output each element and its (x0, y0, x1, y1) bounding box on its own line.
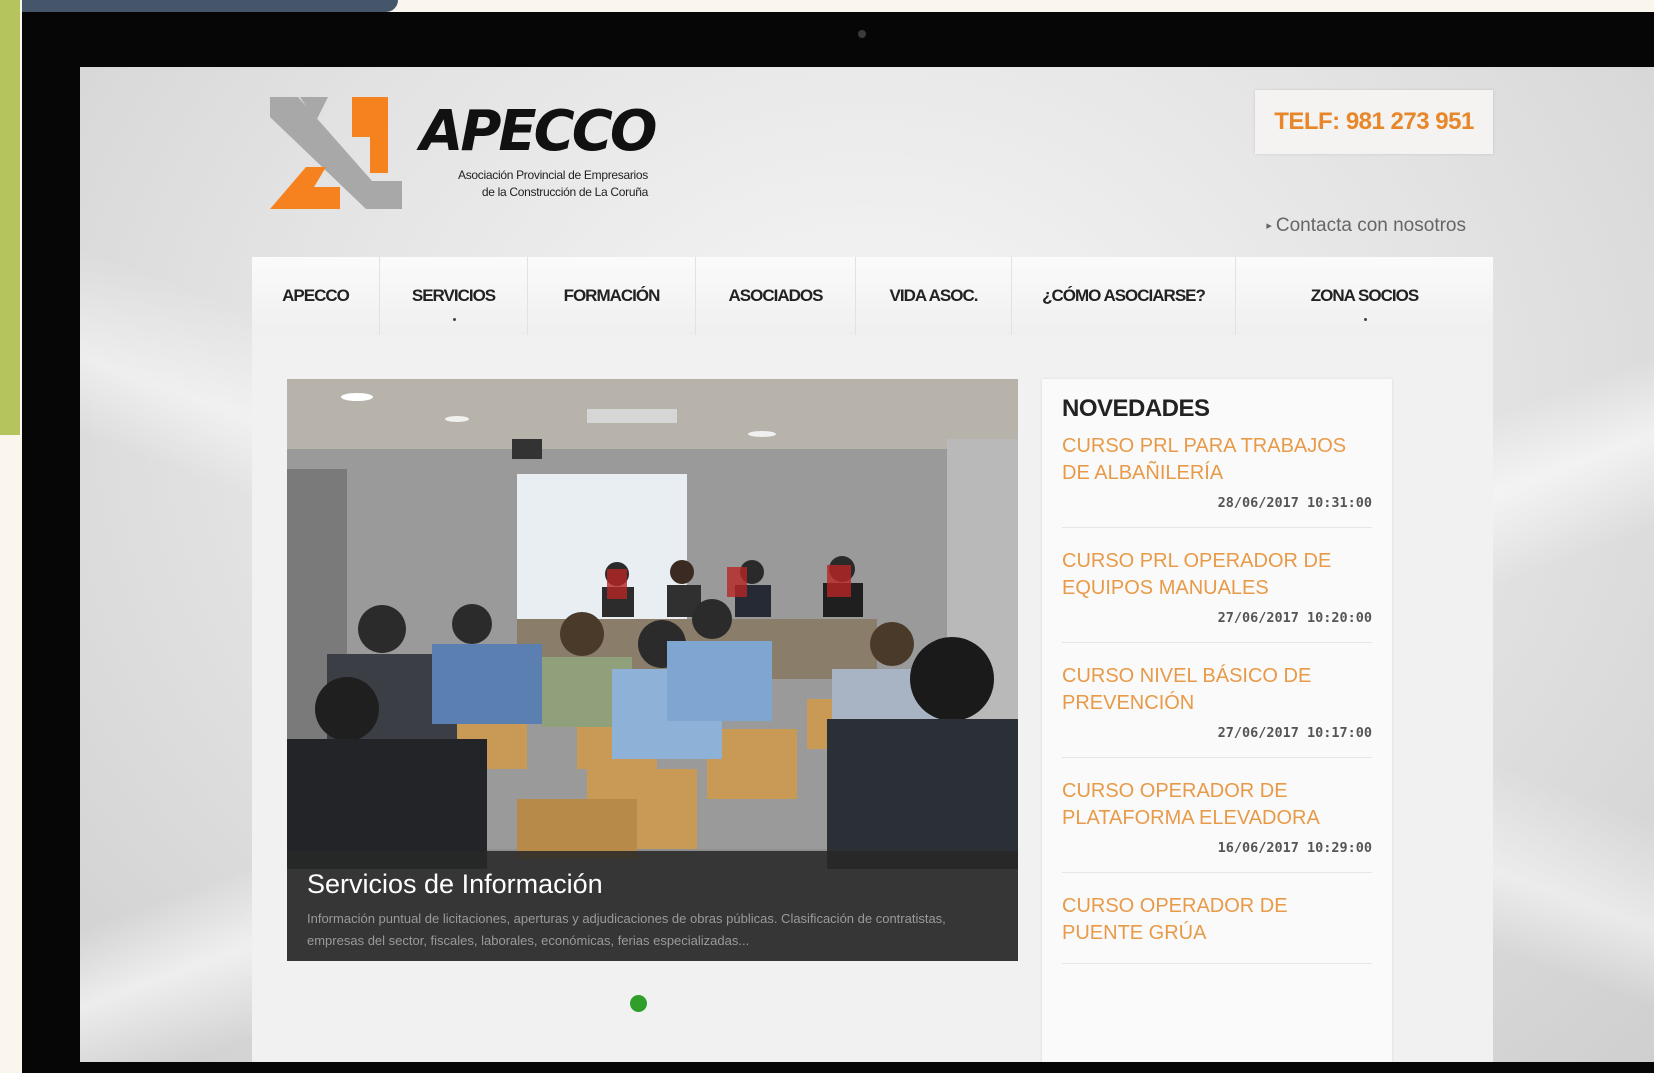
bullet-icon: ▸ (1266, 220, 1272, 233)
slider-caption-title[interactable]: Servicios de Información (307, 869, 998, 900)
nav-item-formacion[interactable]: FORMACIÓN (528, 257, 696, 335)
slider-caption: Servicios de Información Información pun… (287, 851, 1018, 961)
main-nav: APECCO SERVICIOS FORMACIÓN ASOCIADOS VID… (252, 257, 1493, 335)
contact-link[interactable]: ▸ Contacta con nosotros (1266, 215, 1466, 237)
news-item-link[interactable]: CURSO OPERADOR DE PUENTE GRÚA (1062, 893, 1372, 947)
news-item-link[interactable]: CURSO PRL OPERADOR DE EQUIPOS MANUALES (1062, 548, 1372, 602)
monitor-frame: APECCO Asociación Provincial de Empresar… (22, 12, 1654, 1073)
hero-slider[interactable]: Servicios de Información Información pun… (287, 379, 1018, 961)
news-item-date: 28/06/2017 10:31:00 (1217, 495, 1372, 511)
news-title: NOVEDADES (1062, 395, 1210, 422)
website-screen: APECCO Asociación Provincial de Empresar… (80, 67, 1654, 1062)
top-tab-decoration (22, 0, 398, 12)
nav-item-label: VIDA ASOC. (889, 286, 979, 305)
apecco-logo-icon[interactable] (270, 97, 402, 209)
nav-item-label: ZONA SOCIOS (1310, 286, 1419, 305)
news-item: CURSO PRL PARA TRABAJOS DE ALBAÑILERÍA 2… (1062, 433, 1372, 528)
nav-item-zona-socios[interactable]: ZONA SOCIOS (1236, 257, 1493, 335)
nav-item-apecco[interactable]: APECCO (252, 257, 380, 335)
news-item: CURSO OPERADOR DE PLATAFORMA ELEVADORA 1… (1062, 778, 1372, 873)
slider-caption-text: Información puntual de licitaciones, ape… (307, 911, 946, 948)
news-item-link[interactable]: CURSO NIVEL BÁSICO DE PREVENCIÓN (1062, 663, 1372, 717)
news-item-date: 16/06/2017 10:29:00 (1217, 840, 1372, 856)
brand-subtitle: Asociación Provincial de Empresarios de … (420, 167, 648, 201)
nav-item-servicios[interactable]: SERVICIOS (380, 257, 528, 335)
nav-item-vida-asoc[interactable]: VIDA ASOC. (856, 257, 1012, 335)
news-item-date: 27/06/2017 10:20:00 (1217, 610, 1372, 626)
webcam-dot (858, 30, 866, 38)
news-item: CURSO PRL OPERADOR DE EQUIPOS MANUALES 2… (1062, 548, 1372, 643)
brand-name[interactable]: APECCO (420, 99, 657, 164)
nav-item-label: ASOCIADOS (728, 286, 824, 305)
news-item-link[interactable]: CURSO OPERADOR DE PLATAFORMA ELEVADORA (1062, 778, 1372, 832)
news-item-date: 27/06/2017 10:17:00 (1217, 725, 1372, 741)
news-item: CURSO OPERADOR DE PUENTE GRÚA (1062, 893, 1372, 964)
brand-subtitle-line2: de la Construcción de La Coruña (481, 185, 648, 199)
submenu-dot-icon (1363, 318, 1367, 321)
nav-item-asociados[interactable]: ASOCIADOS (696, 257, 856, 335)
left-accent-bar (0, 0, 20, 435)
news-item-link[interactable]: CURSO PRL PARA TRABAJOS DE ALBAÑILERÍA (1062, 433, 1372, 487)
nav-item-label: APECCO (282, 286, 350, 305)
nav-item-label: ¿CÓMO ASOCIARSE? (1042, 286, 1206, 305)
contact-link-label: Contacta con nosotros (1275, 215, 1466, 236)
nav-item-label: SERVICIOS (411, 286, 496, 305)
brand-subtitle-line1: Asociación Provincial de Empresarios (458, 168, 648, 182)
slider-dot-active[interactable] (630, 995, 647, 1012)
nav-item-label: FORMACIÓN (563, 286, 661, 305)
news-item: CURSO NIVEL BÁSICO DE PREVENCIÓN 27/06/2… (1062, 663, 1372, 758)
submenu-dot-icon (452, 318, 456, 321)
news-panel: NOVEDADES CURSO PRL PARA TRABAJOS DE ALB… (1042, 379, 1392, 1062)
phone-number: TELF: 981 273 951 (1255, 90, 1493, 154)
nav-item-como-asociarse[interactable]: ¿CÓMO ASOCIARSE? (1012, 257, 1236, 335)
